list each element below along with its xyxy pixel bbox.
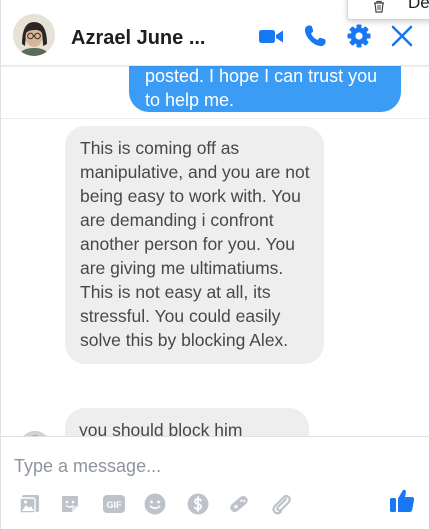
attachment-icon[interactable] (269, 492, 293, 516)
gif-icon[interactable]: GIF (102, 492, 126, 516)
contact-avatar[interactable] (13, 14, 55, 56)
trash-icon (374, 0, 384, 13)
message-input[interactable] (14, 453, 314, 479)
close-icon[interactable] (388, 22, 416, 50)
gear-icon[interactable] (345, 22, 373, 50)
video-camera-icon[interactable] (257, 22, 285, 50)
message-list[interactable]: posted. I hope I can trust you to help m… (1, 66, 429, 436)
contact-name[interactable]: Azrael June ... (71, 27, 206, 50)
chat-window: Azrael June ... De posted. I hope I can … (0, 0, 429, 529)
received-message[interactable]: This is coming off as manipulative, and … (65, 126, 324, 364)
thumbs-up-icon[interactable] (388, 486, 416, 514)
svg-text:GIF: GIF (107, 500, 123, 510)
sticker-icon[interactable] (58, 492, 82, 516)
message-composer: GIF (1, 436, 429, 529)
games-icon[interactable] (227, 492, 251, 516)
message-divider (1, 118, 429, 119)
emoji-icon[interactable] (143, 492, 167, 516)
phone-icon[interactable] (301, 22, 329, 50)
sent-message[interactable]: posted. I hope I can trust you to help m… (129, 66, 401, 112)
context-menu-item[interactable]: De (408, 0, 429, 13)
received-message[interactable]: you should block him (65, 408, 309, 436)
dollar-icon[interactable] (186, 492, 210, 516)
photo-icon[interactable] (18, 492, 42, 516)
context-menu: De (347, 0, 429, 20)
